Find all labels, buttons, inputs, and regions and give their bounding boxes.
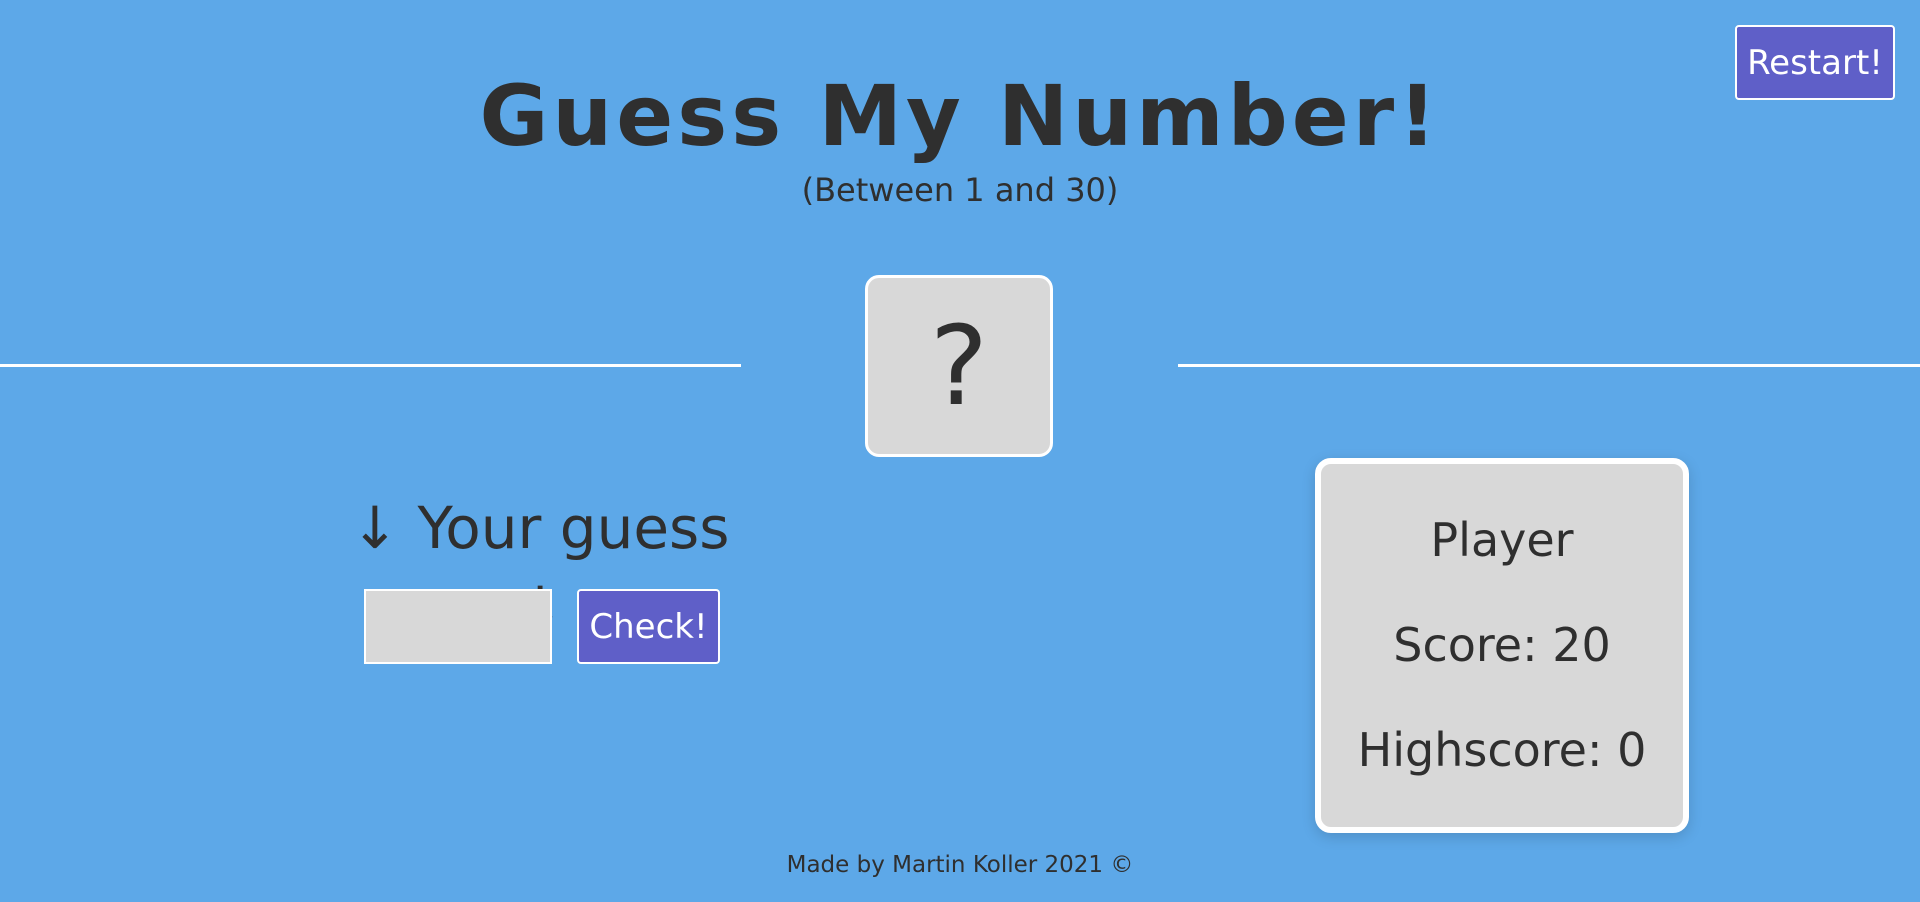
score-card: Player Score: 20 Highscore: 0 <box>1315 458 1689 833</box>
score-value: Score: 20 <box>1393 618 1611 672</box>
player-label: Player <box>1430 513 1574 567</box>
divider-left <box>0 364 741 367</box>
secret-number-box: ? <box>865 275 1053 457</box>
guess-input[interactable] <box>364 589 552 664</box>
range-subtitle: (Between 1 and 30) <box>801 171 1119 209</box>
footer-credit: Made by Martin Koller 2021 © <box>786 852 1134 878</box>
check-button[interactable]: Check! <box>577 589 720 664</box>
highscore-value: Highscore: 0 <box>1357 723 1647 777</box>
page-title: Guess My Number! <box>479 67 1441 165</box>
divider-right <box>1178 364 1920 367</box>
